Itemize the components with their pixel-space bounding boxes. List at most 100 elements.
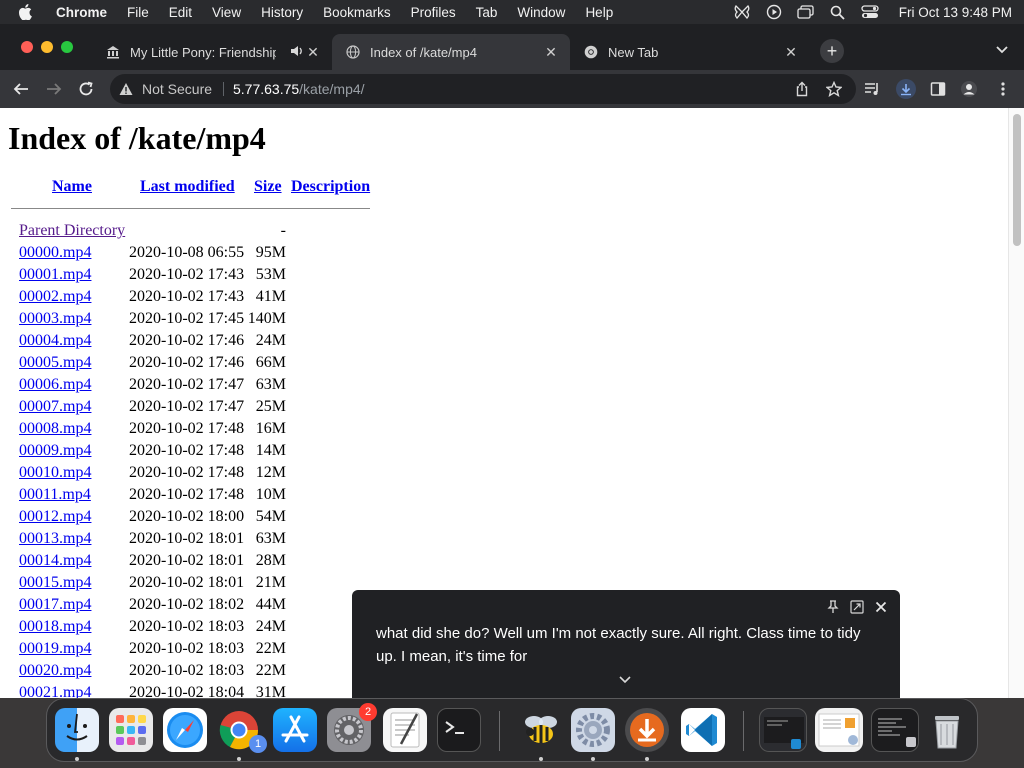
file-link[interactable]: 00009.mp4 bbox=[19, 442, 91, 460]
table-row: 00011.mp4 2020-10-02 17:48 10M bbox=[0, 486, 320, 508]
menu-tab[interactable]: Tab bbox=[476, 5, 498, 20]
app-store-icon[interactable] bbox=[273, 708, 317, 752]
control-center-icon[interactable] bbox=[861, 4, 879, 20]
running-indicator bbox=[75, 757, 79, 761]
security-status-label[interactable]: Not Secure bbox=[142, 81, 212, 97]
file-link[interactable]: 00007.mp4 bbox=[19, 398, 91, 416]
spotlight-search-icon[interactable] bbox=[829, 4, 847, 20]
file-link[interactable]: 00011.mp4 bbox=[19, 486, 91, 504]
menu-history[interactable]: History bbox=[261, 5, 303, 20]
warning-triangle-icon[interactable] bbox=[119, 82, 133, 96]
file-link[interactable]: 00013.mp4 bbox=[19, 530, 91, 548]
tab-index-of-kate-mp4[interactable]: Index of /kate/mp4 ✕ bbox=[332, 34, 570, 70]
vscode-icon[interactable] bbox=[681, 708, 725, 752]
row-last-modified: 2020-10-08 06:55 bbox=[129, 244, 245, 261]
row-size: 21M bbox=[255, 574, 286, 591]
download-progress-icon[interactable] bbox=[896, 79, 916, 99]
finder-icon[interactable] bbox=[55, 708, 99, 752]
file-link[interactable]: 00020.mp4 bbox=[19, 662, 91, 680]
terminal-preview-icon[interactable] bbox=[871, 708, 919, 752]
close-caption-icon[interactable] bbox=[874, 600, 888, 614]
row-size: 28M bbox=[255, 552, 286, 569]
textedit-icon[interactable] bbox=[383, 708, 427, 752]
menu-edit[interactable]: Edit bbox=[169, 5, 192, 20]
zoom-window-button[interactable] bbox=[61, 41, 73, 53]
scrollbar-thumb[interactable] bbox=[1013, 114, 1021, 246]
file-link[interactable]: 00019.mp4 bbox=[19, 640, 91, 658]
window-preview-icon[interactable] bbox=[759, 708, 807, 752]
document-preview-icon[interactable] bbox=[815, 708, 863, 752]
media-controls-icon[interactable] bbox=[864, 80, 882, 98]
speaker-icon[interactable] bbox=[290, 44, 304, 58]
pin-icon[interactable] bbox=[826, 600, 840, 614]
minimize-window-button[interactable] bbox=[41, 41, 53, 53]
downloader-icon[interactable] bbox=[625, 708, 669, 752]
menu-app-name[interactable]: Chrome bbox=[56, 5, 107, 20]
row-size: 66M bbox=[255, 354, 286, 371]
menu-view[interactable]: View bbox=[212, 5, 241, 20]
address-bar[interactable]: Not Secure 5.77.63.75/kate/mp4/ bbox=[110, 74, 856, 104]
file-link[interactable]: 00006.mp4 bbox=[19, 376, 91, 394]
menu-profiles[interactable]: Profiles bbox=[411, 5, 456, 20]
parent-directory-link[interactable]: Parent Directory bbox=[19, 222, 125, 240]
file-link[interactable]: 00002.mp4 bbox=[19, 288, 91, 306]
forward-arrow-icon[interactable] bbox=[45, 80, 63, 98]
trash-icon[interactable] bbox=[925, 708, 969, 752]
table-row: 00013.mp4 2020-10-02 18:01 63M bbox=[0, 530, 320, 552]
settings-gear-icon[interactable] bbox=[571, 708, 615, 752]
column-header-size[interactable]: Size bbox=[254, 178, 282, 196]
column-header-name[interactable]: Name bbox=[52, 178, 92, 196]
file-link[interactable]: 00001.mp4 bbox=[19, 266, 91, 284]
file-link[interactable]: 00008.mp4 bbox=[19, 420, 91, 438]
close-tab-icon[interactable]: ✕ bbox=[544, 45, 558, 59]
chevron-down-icon[interactable] bbox=[618, 672, 632, 684]
file-link[interactable]: 00000.mp4 bbox=[19, 244, 91, 262]
url-text[interactable]: 5.77.63.75/kate/mp4/ bbox=[233, 81, 365, 97]
menu-window[interactable]: Window bbox=[517, 5, 565, 20]
expand-window-icon[interactable] bbox=[850, 600, 864, 614]
more-menu-icon[interactable] bbox=[994, 80, 1012, 98]
terminal-icon[interactable] bbox=[437, 708, 481, 752]
column-header-description[interactable]: Description bbox=[291, 178, 370, 196]
file-link[interactable]: 00014.mp4 bbox=[19, 552, 91, 570]
tab-strip: My Little Pony: Friendship ✕ Index of /k… bbox=[0, 24, 1024, 70]
new-tab-button[interactable]: + bbox=[820, 39, 844, 63]
close-window-button[interactable] bbox=[21, 41, 33, 53]
page-scrollbar[interactable] bbox=[1008, 108, 1024, 698]
file-link[interactable]: 00012.mp4 bbox=[19, 508, 91, 526]
file-link[interactable]: 00015.mp4 bbox=[19, 574, 91, 592]
row-size: 140M bbox=[247, 310, 286, 327]
menu-bar-clock[interactable]: Fri Oct 13 9:48 PM bbox=[899, 5, 1012, 20]
menu-help[interactable]: Help bbox=[585, 5, 613, 20]
play-status-icon[interactable] bbox=[765, 4, 783, 20]
bookmark-star-icon[interactable] bbox=[825, 80, 843, 97]
back-arrow-icon[interactable] bbox=[12, 80, 30, 98]
table-row: Parent Directory - bbox=[0, 222, 320, 244]
file-link[interactable]: 00005.mp4 bbox=[19, 354, 91, 372]
launchpad-icon[interactable] bbox=[109, 708, 153, 752]
profile-avatar-icon[interactable] bbox=[960, 80, 978, 98]
file-link[interactable]: 00018.mp4 bbox=[19, 618, 91, 636]
side-panel-icon[interactable] bbox=[929, 80, 947, 98]
butterfly-status-icon[interactable] bbox=[733, 4, 751, 20]
file-link[interactable]: 00021.mp4 bbox=[19, 684, 91, 698]
apple-menu-icon[interactable] bbox=[18, 4, 34, 20]
tab-my-little-pony[interactable]: My Little Pony: Friendship ✕ bbox=[92, 34, 332, 70]
file-link[interactable]: 00004.mp4 bbox=[19, 332, 91, 350]
column-header-last-modified[interactable]: Last modified bbox=[140, 178, 235, 196]
file-link[interactable]: 00017.mp4 bbox=[19, 596, 91, 614]
file-link[interactable]: 00010.mp4 bbox=[19, 464, 91, 482]
reload-icon[interactable] bbox=[77, 80, 95, 98]
menu-file[interactable]: File bbox=[127, 5, 149, 20]
screen-mirror-icon[interactable] bbox=[797, 4, 815, 20]
tab-new-tab[interactable]: New Tab ✕ bbox=[570, 34, 810, 70]
file-link[interactable]: 00003.mp4 bbox=[19, 310, 91, 328]
close-tab-icon[interactable]: ✕ bbox=[784, 45, 798, 59]
menu-bookmarks[interactable]: Bookmarks bbox=[323, 5, 391, 20]
safari-icon[interactable] bbox=[163, 708, 207, 752]
row-last-modified: 2020-10-02 17:48 bbox=[129, 486, 245, 503]
share-icon[interactable] bbox=[794, 81, 810, 97]
tab-search-chevron-icon[interactable] bbox=[994, 41, 1010, 57]
bee-app-icon[interactable] bbox=[519, 708, 563, 752]
close-tab-icon[interactable]: ✕ bbox=[306, 45, 320, 59]
